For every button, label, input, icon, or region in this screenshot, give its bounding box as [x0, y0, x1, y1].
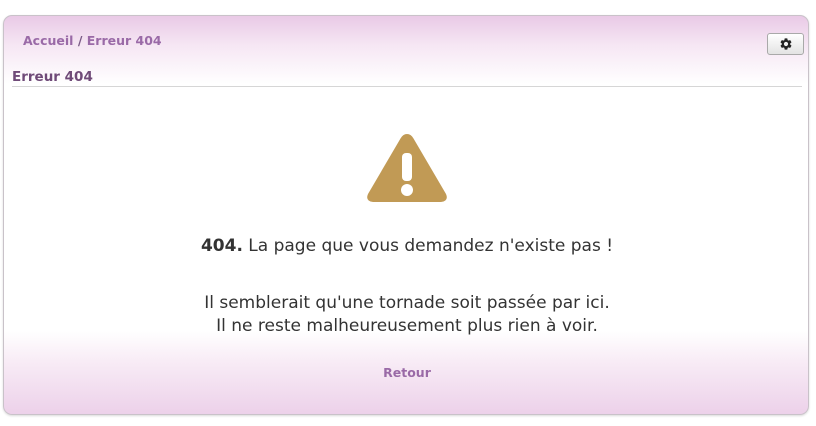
breadcrumb-home[interactable]: Accueil — [23, 33, 73, 48]
gear-icon — [780, 38, 791, 50]
warning-icon — [367, 134, 447, 202]
error-code: 404. — [200, 236, 243, 256]
breadcrumb-current[interactable]: Erreur 404 — [87, 33, 162, 48]
page-title: Erreur 404 — [12, 69, 93, 85]
breadcrumb: Accueil / Erreur 404 — [23, 33, 162, 48]
error-description: Il semblerait qu'une tornade soit passée… — [4, 292, 808, 338]
back-link[interactable]: Retour — [4, 365, 808, 380]
error-panel: Accueil / Erreur 404 Erreur 404 404. La … — [3, 15, 809, 415]
title-divider — [12, 86, 802, 87]
error-message: 404. La page que vous demandez n'existe … — [4, 236, 808, 256]
settings-button[interactable] — [767, 33, 804, 55]
breadcrumb-separator: / — [77, 33, 83, 48]
error-text: La page que vous demandez n'existe pas ! — [242, 236, 614, 256]
error-line-1: Il semblerait qu'une tornade soit passée… — [204, 293, 610, 313]
error-line-2: Il ne reste malheureusement plus rien à … — [216, 316, 598, 336]
